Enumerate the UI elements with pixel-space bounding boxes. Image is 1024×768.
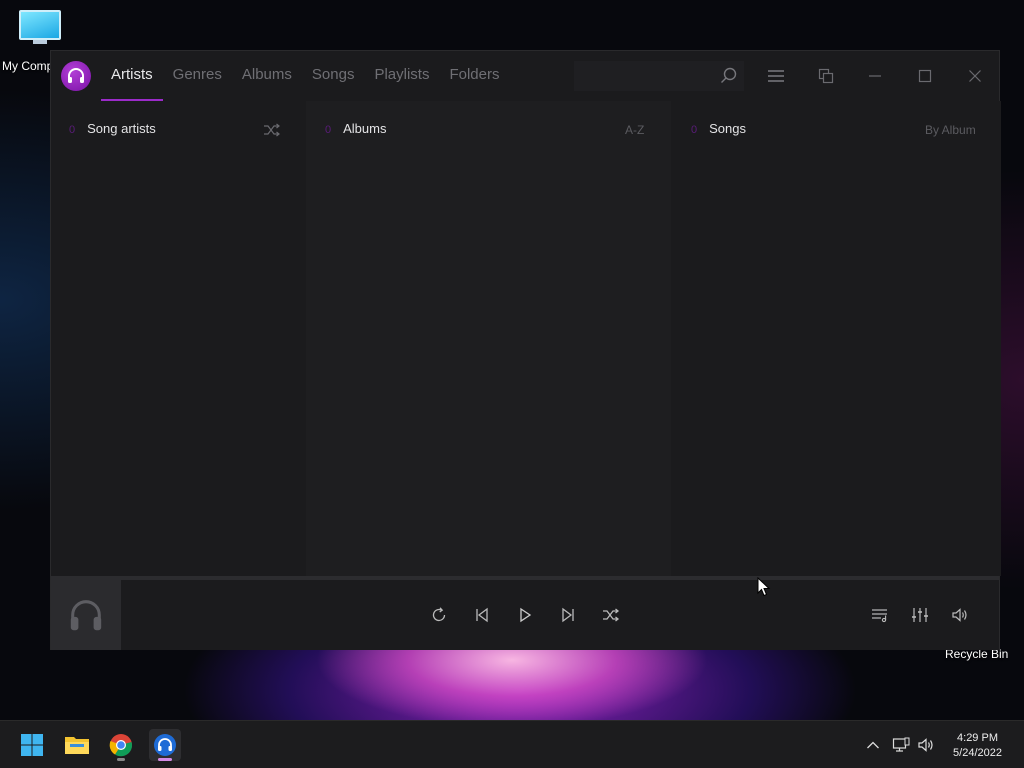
- songs-sort[interactable]: By Album: [925, 123, 976, 137]
- app-logo-headphones-icon: [61, 61, 91, 91]
- albums-sort[interactable]: A-Z: [625, 123, 644, 137]
- tab-albums[interactable]: Albums: [232, 51, 302, 101]
- headphones-icon: [70, 600, 102, 631]
- computer-icon: [19, 10, 61, 40]
- shuffle-artists-icon[interactable]: [259, 117, 285, 143]
- songs-title: Songs: [709, 121, 746, 136]
- artists-count: 0: [69, 124, 76, 136]
- clock-date: 5/24/2022: [953, 747, 1002, 759]
- clock-time: 4:29 PM: [957, 732, 998, 744]
- tab-songs[interactable]: Songs: [302, 51, 365, 101]
- player-controls-bar: [51, 580, 999, 650]
- tab-artists[interactable]: Artists: [101, 51, 163, 101]
- albums-panel: [306, 101, 671, 576]
- artists-panel: [51, 101, 306, 576]
- play-icon[interactable]: [514, 604, 536, 626]
- repeat-icon[interactable]: [428, 604, 450, 626]
- taskbar: 4:29 PM 5/24/2022: [0, 720, 1024, 768]
- playlist-queue-icon[interactable]: [869, 604, 891, 626]
- songs-count: 0: [691, 124, 698, 136]
- tab-playlists[interactable]: Playlists: [364, 51, 439, 101]
- my-computer-desktop-icon[interactable]: My Comp: [2, 10, 62, 73]
- songs-panel: [671, 101, 1001, 576]
- taskbar-clock[interactable]: 4:29 PM 5/24/2022: [940, 731, 1015, 761]
- albums-title: Albums: [343, 121, 387, 136]
- shuffle-icon[interactable]: [600, 604, 622, 626]
- start-windows-icon[interactable]: [16, 729, 48, 761]
- album-cover-placeholder[interactable]: [51, 580, 121, 650]
- albums-header: 0 Albums: [325, 121, 386, 136]
- show-hidden-icons-chevron-up-icon[interactable]: [863, 735, 883, 755]
- previous-track-icon[interactable]: [471, 604, 493, 626]
- tab-genres[interactable]: Genres: [163, 51, 232, 101]
- maximize-icon[interactable]: [912, 63, 938, 89]
- minimize-icon[interactable]: [862, 63, 888, 89]
- music-player-taskbar-icon[interactable]: [149, 729, 181, 761]
- network-icon[interactable]: [891, 735, 911, 755]
- mouse-cursor-icon: [757, 576, 771, 602]
- close-icon[interactable]: [962, 63, 988, 89]
- music-player-window: Artists Genres Albums Songs Playlists Fo…: [50, 50, 1001, 650]
- menu-hamburger-icon[interactable]: [763, 63, 789, 89]
- mini-player-icon[interactable]: [813, 63, 839, 89]
- volume-icon[interactable]: [949, 604, 971, 626]
- my-computer-label: My Comp: [2, 59, 54, 73]
- nav-tabs: Artists Genres Albums Songs Playlists Fo…: [101, 51, 510, 101]
- file-explorer-folder-icon[interactable]: [61, 729, 93, 761]
- tab-folders[interactable]: Folders: [439, 51, 509, 101]
- equalizer-icon[interactable]: [909, 604, 931, 626]
- albums-count: 0: [325, 124, 332, 136]
- speaker-volume-icon[interactable]: [916, 735, 936, 755]
- songs-header: 0 Songs: [691, 121, 746, 136]
- artists-title: Song artists: [87, 121, 156, 136]
- next-track-icon[interactable]: [557, 604, 579, 626]
- chrome-browser-icon[interactable]: [105, 729, 137, 761]
- title-bar[interactable]: Artists Genres Albums Songs Playlists Fo…: [51, 51, 999, 101]
- search-icon[interactable]: [719, 66, 739, 86]
- artists-header: 0 Song artists: [69, 121, 156, 136]
